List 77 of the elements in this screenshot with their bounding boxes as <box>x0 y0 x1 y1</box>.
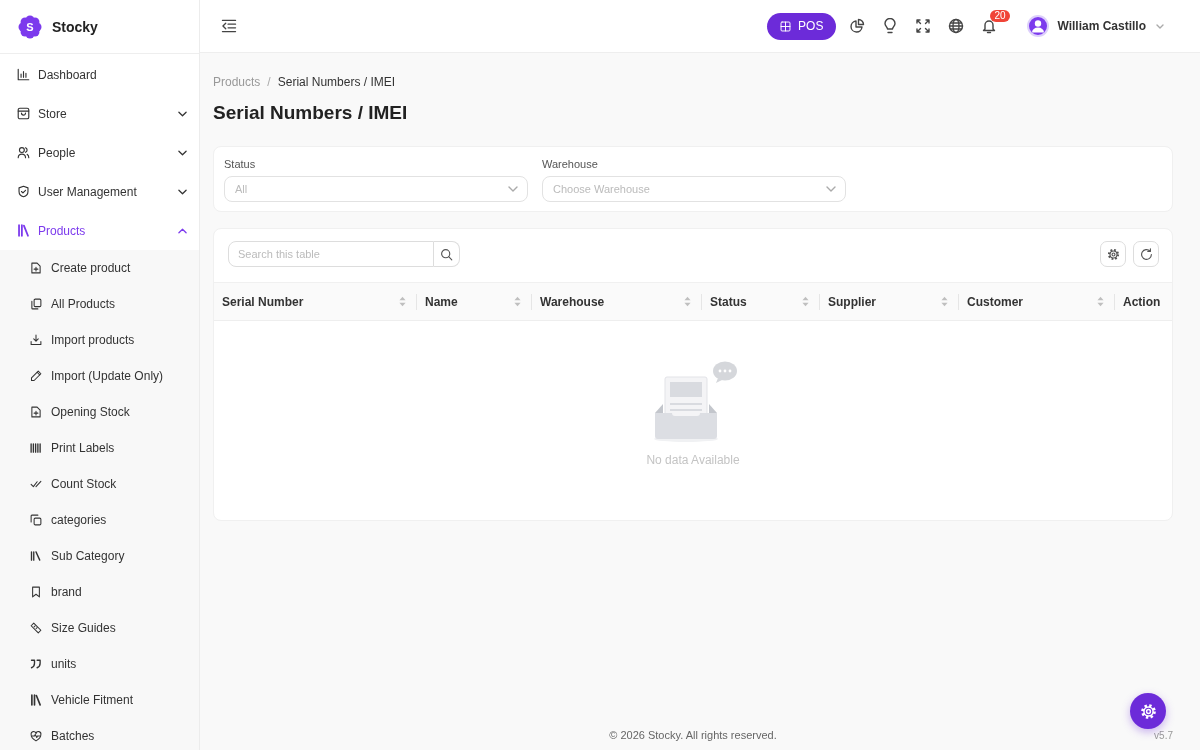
submenu-item[interactable]: brand <box>0 574 199 610</box>
submenu-item[interactable]: Print Labels <box>0 430 199 466</box>
breadcrumb-separator: / <box>267 75 271 89</box>
search-field[interactable]: Search this table <box>228 241 434 267</box>
books-icon <box>17 224 30 237</box>
submenu-item[interactable]: Create product <box>0 250 199 286</box>
submenu-item[interactable]: Import (Update Only) <box>0 358 199 394</box>
notification-count: 20 <box>990 10 1010 22</box>
empty-message: No data Available <box>646 453 740 467</box>
bookmark-icon <box>30 586 42 598</box>
dropdown-field[interactable]: All <box>224 176 528 202</box>
copyright-text: © 2026 Stocky. All rights reserved. <box>609 729 777 741</box>
avatar-icon[interactable] <box>1027 15 1050 37</box>
copy-icon <box>30 298 42 310</box>
quote-icon <box>30 658 42 670</box>
menu-icon[interactable] <box>221 19 237 33</box>
submenu-item[interactable]: Vehicle Fitment <box>0 682 199 718</box>
settings-icon <box>1106 247 1120 261</box>
settings-button[interactable] <box>1100 241 1126 267</box>
column-header[interactable]: Status <box>702 283 820 320</box>
bag-icon <box>17 107 30 120</box>
submenu-item[interactable]: Batches <box>0 718 199 750</box>
logo: S <box>18 14 42 39</box>
squares-icon <box>30 514 42 526</box>
breadcrumb-current: Serial Numbers / IMEI <box>277 75 396 89</box>
sidebar-item[interactable]: Dashboard <box>0 55 199 94</box>
lightbulb-icon[interactable] <box>882 18 899 34</box>
version-label: v5.7 <box>1154 729 1173 741</box>
submenu-item[interactable]: Opening Stock <box>0 394 199 430</box>
sidebar-item[interactable]: Store <box>0 94 199 133</box>
books-icon <box>30 694 42 706</box>
column-header[interactable]: Customer <box>959 283 1115 320</box>
refresh-icon <box>1139 247 1153 261</box>
shield-icon <box>17 185 30 198</box>
brand-name: Stocky <box>52 18 98 35</box>
refresh-button[interactable] <box>1133 241 1159 267</box>
sidebar-item[interactable]: User Management <box>0 172 199 211</box>
page-title: Serial Numbers / IMEI <box>213 101 409 125</box>
download-icon <box>30 334 42 346</box>
sidebar-item[interactable]: Products <box>0 211 199 250</box>
file-plus-icon <box>30 262 42 274</box>
filter-label: Status <box>224 157 257 171</box>
bell-icon[interactable] <box>981 18 998 34</box>
submenu-item[interactable]: categories <box>0 502 199 538</box>
user-name[interactable]: William Castillo <box>1057 19 1146 33</box>
submenu-item[interactable]: Sub Category <box>0 538 199 574</box>
stripes-icon <box>30 442 42 454</box>
column-header: Action <box>1122 293 1162 311</box>
pos-button[interactable]: POS <box>767 12 837 40</box>
grid-icon <box>780 20 792 32</box>
column-header[interactable]: Serial Number <box>214 283 417 320</box>
pencil-icon <box>30 370 42 382</box>
pie-chart-icon[interactable] <box>849 18 866 34</box>
submenu-item[interactable]: units <box>0 646 199 682</box>
settings-button[interactable] <box>1130 693 1166 729</box>
search-button[interactable] <box>434 241 460 267</box>
submenu-item[interactable]: Count Stock <box>0 466 199 502</box>
submenu-item[interactable]: All Products <box>0 286 199 322</box>
file-plus-icon <box>30 406 42 418</box>
settings-icon <box>1139 702 1157 720</box>
column-header[interactable]: Warehouse <box>532 283 702 320</box>
sidebar-item[interactable]: People <box>0 133 199 172</box>
users-icon <box>17 146 30 159</box>
ruler-icon <box>30 622 42 634</box>
globe-icon[interactable] <box>948 18 965 34</box>
filter-label: Warehouse <box>542 157 599 171</box>
dropdown-field[interactable]: Choose Warehouse <box>542 176 846 202</box>
column-header[interactable]: Name <box>417 283 532 320</box>
chart-icon <box>17 68 30 81</box>
fullscreen-icon[interactable] <box>915 18 932 34</box>
submenu-item[interactable]: Size Guides <box>0 610 199 646</box>
heart-icon <box>30 730 42 742</box>
double-check-icon <box>30 478 42 490</box>
submenu-item[interactable]: Import products <box>0 322 199 358</box>
books-icon <box>30 550 42 562</box>
search-icon <box>440 247 453 261</box>
column-header[interactable]: Supplier <box>820 283 959 320</box>
